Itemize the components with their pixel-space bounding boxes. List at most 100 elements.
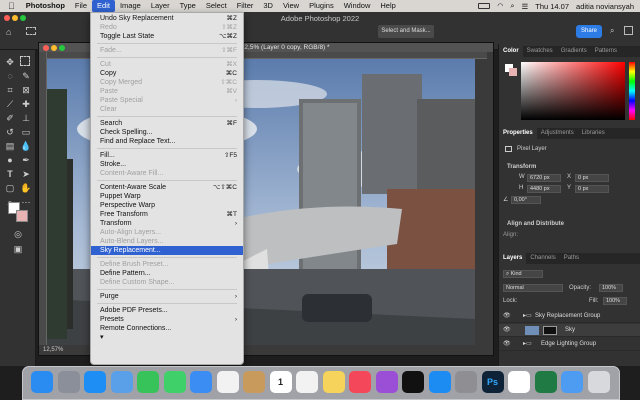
quick-mask-icon[interactable]: ◎ <box>12 228 24 240</box>
calendar-icon[interactable]: 1 <box>269 371 292 393</box>
menu-item-search[interactable]: Search ⌘F <box>91 119 243 128</box>
menu-item-stroke[interactable]: Stroke... <box>91 160 243 169</box>
photoshop-icon[interactable]: Ps <box>481 371 504 393</box>
layer-row[interactable]: 👁 ▸▭ Sky Replacement Group <box>499 310 640 323</box>
tab-gradients[interactable]: Gradients <box>557 46 591 57</box>
workspace-icon[interactable] <box>624 26 633 35</box>
tab-adjustments[interactable]: Adjustments <box>537 128 578 139</box>
eye-icon[interactable]: 👁 <box>503 310 511 323</box>
menu-item-free-transform[interactable]: Free Transform ⌘T <box>91 210 243 219</box>
eraser-tool-icon[interactable]: ▭ <box>20 126 32 138</box>
share-button[interactable]: Share <box>576 25 602 38</box>
width-field[interactable]: 6720 px <box>527 174 561 182</box>
background-color-swatch[interactable] <box>16 210 28 222</box>
zoom-level[interactable]: 12,57% <box>43 347 63 353</box>
eyedropper-tool-icon[interactable]: ⟋ <box>4 98 16 110</box>
quick-select-tool-icon[interactable]: ✎ <box>20 70 32 82</box>
menu-app-photoshop[interactable]: Photoshop <box>21 0 70 12</box>
trash-icon[interactable] <box>587 371 610 393</box>
menu-file[interactable]: File <box>70 0 92 12</box>
menu-view[interactable]: View <box>278 0 304 12</box>
tab-patterns[interactable]: Patterns <box>591 46 621 57</box>
menu-help[interactable]: Help <box>375 0 400 12</box>
menu-item-copy[interactable]: Copy ⌘C <box>91 69 243 78</box>
pen-tool-icon[interactable]: ✒ <box>20 154 32 166</box>
color-picker-field[interactable] <box>521 62 625 120</box>
clock[interactable]: Thu 14.07 <box>535 2 569 11</box>
marquee-tool-icon[interactable] <box>20 56 30 66</box>
tab-layers[interactable]: Layers <box>499 253 527 264</box>
battery-icon[interactable] <box>478 3 491 9</box>
shape-tool-icon[interactable]: ▢ <box>4 182 16 194</box>
tab-channels[interactable]: Channels <box>526 253 559 264</box>
layer-row[interactable]: 👁 ▸▭ Edge Lighting Group <box>499 338 640 351</box>
y-field[interactable]: 0 px <box>575 185 609 193</box>
eye-icon[interactable]: 👁 <box>503 324 511 337</box>
menu-window[interactable]: Window <box>339 0 376 12</box>
menu-item-content-aware-scale[interactable]: Content-Aware Scale ⌥⇧⌘C <box>91 183 243 192</box>
menu-select[interactable]: Select <box>201 0 232 12</box>
downloads-icon[interactable] <box>561 371 583 393</box>
control-center-icon[interactable]: ☰ <box>522 2 529 11</box>
blend-mode-select[interactable]: Normal <box>503 284 563 292</box>
user-name[interactable]: aditia noviansyah <box>576 2 634 11</box>
color-bg-swatch[interactable] <box>509 68 517 76</box>
music-icon[interactable] <box>349 371 371 393</box>
stamp-tool-icon[interactable]: ⊥ <box>20 112 32 124</box>
hue-slider[interactable] <box>629 62 635 120</box>
marquee-option-icon[interactable] <box>26 27 36 35</box>
move-tool-icon[interactable]: ✥ <box>4 56 16 68</box>
doc-close-dot[interactable] <box>43 45 49 51</box>
crop-tool-icon[interactable]: ⌗ <box>4 84 16 96</box>
menu-type[interactable]: Type <box>175 0 201 12</box>
menu-item-presets[interactable]: Presets › <box>91 315 243 324</box>
align-heading[interactable]: Align and Distribute <box>507 221 564 227</box>
type-tool-icon[interactable]: T <box>4 168 16 180</box>
doc-zoom-dot[interactable] <box>59 45 65 51</box>
search-icon[interactable]: ⌕ <box>510 1 514 11</box>
layer-kind-filter[interactable]: ⌕ Kind <box>503 270 543 278</box>
mail-icon[interactable] <box>190 371 212 393</box>
screen-mode-icon[interactable]: ▣ <box>12 243 24 255</box>
opacity-field[interactable]: 100% <box>599 284 623 292</box>
fill-field[interactable]: 100% <box>603 297 627 305</box>
lasso-tool-icon[interactable]: ◌ <box>4 70 16 82</box>
menu-item-find-and-replace-text[interactable]: Find and Replace Text... <box>91 137 243 146</box>
menu-edit[interactable]: Edit <box>92 0 115 12</box>
dodge-tool-icon[interactable]: ● <box>4 154 16 166</box>
transform-heading[interactable]: Transform <box>507 164 536 170</box>
notes-icon[interactable] <box>322 371 345 393</box>
appletv-icon[interactable] <box>402 371 424 393</box>
apple-menu-icon[interactable]:  <box>0 0 21 12</box>
wifi-icon[interactable]: ◠ <box>497 2 503 10</box>
launchpad-icon[interactable] <box>57 371 80 393</box>
tab-libraries[interactable]: Libraries <box>578 128 609 139</box>
menu-item-puppet-warp[interactable]: Puppet Warp <box>91 192 243 201</box>
photos-icon[interactable] <box>216 371 239 393</box>
height-field[interactable]: 4480 px <box>527 185 561 193</box>
menu-item-[interactable]: ▾ <box>91 333 243 342</box>
search-panel-icon[interactable]: ⌕ <box>610 26 614 36</box>
safari-icon[interactable] <box>84 371 106 393</box>
history-brush-tool-icon[interactable]: ↺ <box>4 126 16 138</box>
menu-item-perspective-warp[interactable]: Perspective Warp <box>91 201 243 210</box>
angle-field[interactable]: 0,00° <box>511 196 541 204</box>
gradient-tool-icon[interactable]: ▤ <box>4 140 16 152</box>
finder-icon[interactable] <box>31 371 53 393</box>
tab-paths[interactable]: Paths <box>560 253 583 264</box>
menu-item-toggle-last-state[interactable]: Toggle Last State ⌥⌘Z <box>91 32 243 41</box>
brush-tool-icon[interactable]: ✐ <box>4 112 16 124</box>
menu-item-purge[interactable]: Purge › <box>91 292 243 301</box>
frame-tool-icon[interactable]: ⊠ <box>20 84 32 96</box>
menu-item-adobe-pdf-presets[interactable]: Adobe PDF Presets... <box>91 306 243 315</box>
hand-tool-icon[interactable]: ✋ <box>20 182 32 194</box>
menu-plugins[interactable]: Plugins <box>304 0 339 12</box>
tab-color[interactable]: Color <box>499 46 523 57</box>
reminders-icon[interactable] <box>296 371 318 393</box>
facetime-icon[interactable] <box>137 371 159 393</box>
contacts-icon[interactable] <box>243 371 265 393</box>
x-field[interactable]: 0 px <box>575 174 609 182</box>
menu-item-undo-sky-replacement[interactable]: Undo Sky Replacement ⌘Z <box>91 14 243 23</box>
menu-item-transform[interactable]: Transform › <box>91 219 243 228</box>
podcasts-icon[interactable] <box>375 371 398 393</box>
